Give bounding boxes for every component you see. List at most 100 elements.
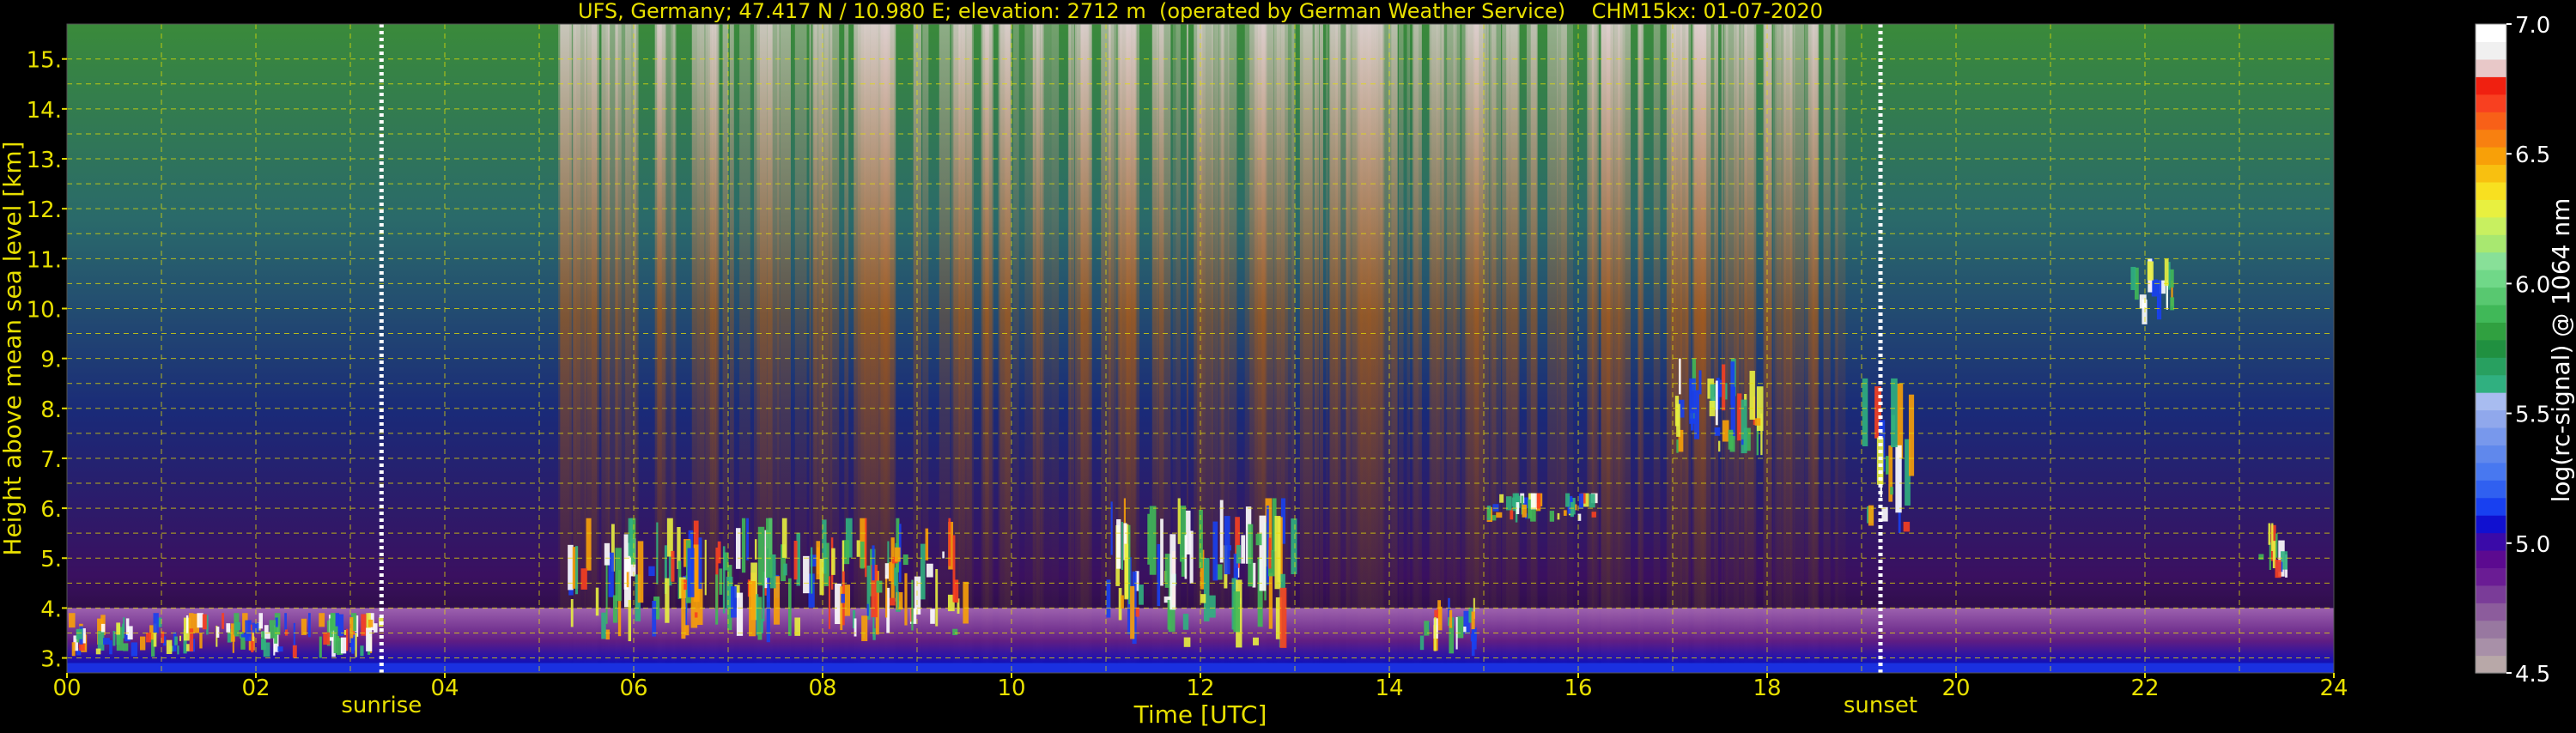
colorbar-segment	[2476, 497, 2506, 516]
y-axis-label: Height above mean sea level [km]	[0, 141, 27, 555]
cloud-feature	[343, 629, 347, 635]
cloud-feature	[694, 612, 698, 618]
cloud-feature	[1124, 543, 1129, 600]
cloud-feature	[323, 632, 330, 645]
colorbar-segment	[2476, 94, 2506, 112]
cloud-feature	[1862, 378, 1868, 446]
cloud-feature	[1233, 591, 1240, 633]
cloud-feature	[816, 541, 821, 579]
colorbar-segment	[2476, 567, 2506, 586]
cloud-feature	[1419, 635, 1425, 651]
cloud-feature	[1903, 521, 1911, 532]
signal-column	[1032, 24, 1039, 673]
cloud-feature	[952, 628, 958, 635]
y-tick-label: 11.	[27, 247, 62, 273]
plot-area: sunrise sunset	[66, 23, 2335, 718]
cloud-feature	[1268, 572, 1273, 629]
cloud-feature	[605, 560, 608, 624]
signal-column	[982, 24, 990, 673]
cloud-feature	[1549, 511, 1555, 522]
cloud-feature	[185, 615, 189, 633]
chart-svg: UFS, Germany; 47.417 N / 10.980 E; eleva…	[0, 0, 2575, 729]
cloud-feature	[1130, 585, 1135, 639]
cloud-feature	[153, 613, 159, 633]
cloud-feature	[2258, 554, 2264, 560]
cloud-feature	[351, 641, 355, 654]
cloud-feature	[671, 550, 675, 582]
cloud-feature	[1291, 518, 1297, 575]
cloud-feature	[1891, 378, 1898, 448]
y-axis: 3. 4. 5. 6. 7. 8. 9. 10. 11. 12. 13. 14. 15.	[27, 48, 67, 673]
signal-column	[1502, 24, 1510, 673]
y-tick-label: 15.	[27, 48, 62, 74]
cloud-feature	[1760, 413, 1763, 456]
cloud-feature	[1714, 427, 1721, 436]
cloud-feature	[123, 643, 129, 651]
cloud-feature	[2269, 542, 2271, 571]
cloud-feature	[1255, 533, 1262, 546]
cloud-feature	[1674, 396, 1680, 427]
cloud-feature	[1184, 535, 1188, 579]
cloud-feature	[1754, 418, 1762, 426]
signal-column	[1794, 24, 1805, 673]
cloud-feature	[605, 629, 610, 640]
cloud-feature	[174, 636, 178, 645]
cloud-feature	[793, 540, 798, 580]
ceilometer-figure: UFS, Germany; 47.417 N / 10.980 E; eleva…	[0, 0, 2576, 730]
colorbar-segment	[2476, 549, 2506, 569]
cloud-feature	[68, 613, 76, 628]
x-tick-label: 22	[2130, 675, 2159, 701]
cloud-feature	[319, 613, 325, 627]
y-tick-label: 14.	[27, 98, 62, 124]
cloud-feature	[146, 632, 151, 643]
signal-column	[1325, 24, 1329, 673]
colorbar-tick-label: 6.0	[2515, 272, 2550, 298]
colorbar-segment	[2476, 199, 2506, 218]
signal-column	[939, 24, 951, 673]
cloud-feature	[1536, 493, 1541, 509]
colorbar-segment	[2476, 41, 2506, 60]
cloud-feature	[292, 645, 297, 658]
cloud-feature	[1908, 394, 1915, 476]
cloud-feature	[1424, 621, 1430, 636]
cloud-feature	[1522, 504, 1527, 518]
colorbar-segment	[2476, 24, 2506, 43]
signal-column	[1724, 24, 1737, 673]
cloud-feature	[1189, 530, 1194, 584]
cloud-feature	[757, 526, 765, 586]
cloud-feature	[866, 603, 869, 616]
cloud-feature	[1486, 509, 1491, 518]
cloud-feature	[890, 597, 896, 606]
cloud-feature	[1471, 611, 1475, 630]
cloud-feature	[612, 595, 618, 623]
signal-column	[1736, 24, 1740, 673]
cloud-feature	[637, 541, 644, 603]
signal-column	[1707, 24, 1711, 673]
y-tick-label: 7.	[40, 447, 62, 473]
cloud-feature	[803, 555, 810, 594]
cloud-feature	[628, 518, 633, 556]
signal-column	[1823, 24, 1831, 673]
cloud-feature	[1106, 579, 1111, 618]
cloud-feature	[355, 633, 357, 657]
colorbar-segment	[2476, 445, 2506, 463]
y-tick-label: 9.	[40, 348, 62, 373]
signal-column	[1320, 24, 1323, 673]
cloud-feature	[704, 539, 707, 596]
y-tick-label: 12.	[27, 197, 62, 223]
colorbar-segment	[2476, 181, 2506, 200]
cloud-feature	[687, 548, 695, 597]
colorbar: 7.0 6.5 6.0 5.5 5.0 4.5	[2475, 13, 2550, 688]
y-tick-label: 6.	[40, 497, 62, 523]
signal-column	[1745, 24, 1757, 673]
signal-column	[1068, 24, 1071, 673]
signal-column	[1113, 24, 1116, 673]
colorbar-segment	[2476, 603, 2506, 621]
cloud-feature	[926, 563, 933, 578]
cloud-feature	[1722, 420, 1729, 442]
cloud-feature	[2271, 523, 2274, 551]
cloud-feature	[1199, 509, 1203, 569]
cloud-feature	[1121, 595, 1124, 609]
cloud-feature	[1177, 498, 1181, 544]
cloud-feature	[683, 579, 688, 591]
